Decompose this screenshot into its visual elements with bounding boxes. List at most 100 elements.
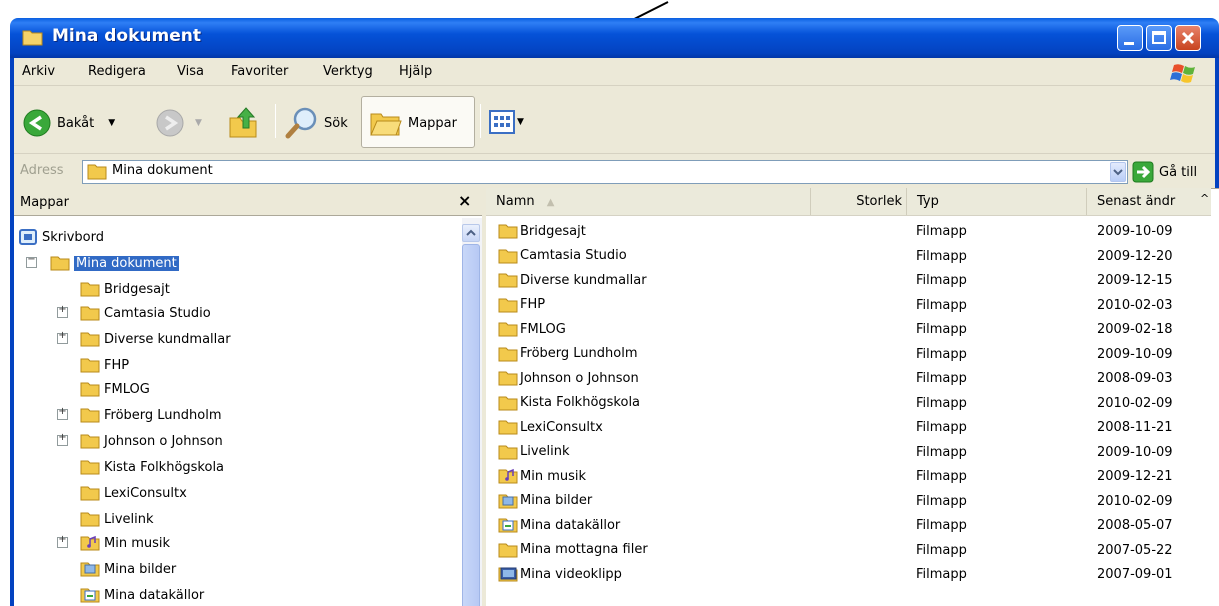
address-value: Mina dokument	[112, 163, 213, 178]
list-row[interactable]: Camtasia Studio Filmapp 2009-12-20	[486, 245, 1211, 269]
list-row[interactable]: Livelink Filmapp 2009-10-09	[486, 441, 1211, 465]
column-type[interactable]: Typ	[907, 188, 1087, 215]
list-row[interactable]: Mina datakällor Filmapp 2008-05-07	[486, 514, 1211, 538]
row-type: Filmapp	[916, 542, 967, 558]
list-row[interactable]: Diverse kundmallar Filmapp 2009-12-15	[486, 269, 1211, 293]
folders-button[interactable]: Mappar	[369, 108, 457, 138]
row-name: Fröberg Lundholm	[520, 346, 638, 361]
toolbar-separator	[480, 104, 481, 138]
close-pane-icon[interactable]: ×	[458, 191, 471, 210]
list-row[interactable]: Mina videoklipp Filmapp 2007-09-01	[486, 563, 1211, 587]
scroll-thumb[interactable]	[462, 244, 480, 606]
tree-item[interactable]: Min musik	[80, 532, 170, 554]
tree-item[interactable]: Kista Folkhögskola	[80, 456, 224, 478]
expand-icon[interactable]: +	[57, 432, 68, 446]
folder-icon	[80, 282, 100, 297]
folder-icon	[80, 358, 100, 373]
column-date[interactable]: Senast ändr	[1087, 188, 1211, 215]
tree-item[interactable]: Bridgesajt	[80, 278, 170, 300]
views-button[interactable]: ▼	[489, 110, 524, 134]
back-button[interactable]: Bakåt ▼	[22, 108, 115, 138]
expand-icon[interactable]: +	[57, 534, 68, 548]
list-row[interactable]: Bridgesajt Filmapp 2009-10-09	[486, 220, 1211, 244]
folder-icon	[50, 256, 70, 271]
list-scroll-up-icon[interactable]: ^	[1200, 192, 1209, 205]
search-label: Sök	[324, 115, 348, 131]
expand-icon[interactable]: +	[57, 304, 68, 318]
tree-item[interactable]: Skrivbord	[18, 226, 104, 248]
tree-item[interactable]: Mina dokument	[50, 252, 179, 274]
list-row[interactable]: Min musik Filmapp 2009-12-21	[486, 465, 1211, 489]
title-bar[interactable]: Mina dokument	[10, 18, 1219, 58]
tree-item[interactable]: FMLOG	[80, 378, 150, 400]
row-date: 2008-05-07	[1097, 518, 1173, 533]
row-type: Filmapp	[916, 395, 967, 411]
row-type: Filmapp	[916, 248, 967, 264]
menu-favoriter[interactable]: Favoriter	[231, 64, 288, 79]
tree-item[interactable]: LexiConsultx	[80, 482, 187, 504]
column-size[interactable]: Storlek	[811, 188, 907, 215]
expand-icon[interactable]: +	[57, 406, 68, 420]
list-row[interactable]: Kista Folkhögskola Filmapp 2010-02-09	[486, 392, 1211, 416]
row-date: 2009-12-20	[1097, 248, 1173, 264]
row-name: Camtasia Studio	[520, 248, 627, 263]
tree-item[interactable]: Diverse kundmallar	[80, 328, 231, 350]
tree-item[interactable]: Camtasia Studio	[80, 302, 211, 324]
scroll-up-button[interactable]	[462, 224, 480, 242]
forward-button[interactable]: ▼	[155, 108, 202, 138]
row-type: Filmapp	[916, 297, 967, 313]
list-row[interactable]: Fröberg Lundholm Filmapp 2009-10-09	[486, 343, 1211, 367]
tree-item-label: Mina bilder	[104, 561, 177, 577]
views-dropdown-icon[interactable]: ▼	[517, 117, 524, 127]
folder-icon	[80, 382, 100, 397]
forward-dropdown-icon[interactable]: ▼	[195, 118, 202, 128]
maximize-button[interactable]	[1146, 25, 1172, 51]
row-name: FHP	[520, 297, 546, 312]
folders-scrollbar[interactable]	[462, 218, 482, 606]
list-row[interactable]: Johnson o Johnson Filmapp 2008-09-03	[486, 367, 1211, 391]
go-button[interactable]: Gå till	[1132, 161, 1197, 183]
go-arrow-icon	[1132, 161, 1154, 183]
tree-item-label: FHP	[104, 357, 130, 373]
search-button[interactable]: Sök	[285, 106, 348, 140]
address-input[interactable]	[82, 160, 1128, 184]
row-date: 2008-09-03	[1097, 371, 1173, 386]
list-row[interactable]: LexiConsultx Filmapp 2008-11-21	[486, 416, 1211, 440]
tree-item[interactable]: Johnson o Johnson	[80, 430, 223, 452]
menu-visa[interactable]: Visa	[177, 64, 204, 79]
list-row[interactable]: FHP Filmapp 2010-02-03	[486, 294, 1211, 318]
expand-icon[interactable]: +	[57, 330, 68, 344]
list-row[interactable]: FMLOG Filmapp 2009-02-18	[486, 318, 1211, 342]
menu-arkiv[interactable]: Arkiv	[22, 64, 55, 79]
column-name-label: Namn	[496, 194, 535, 209]
tree-item[interactable]: Mina bilder	[80, 558, 176, 580]
folder-icon	[80, 306, 100, 321]
chevron-up-icon	[466, 229, 476, 236]
up-folder-button[interactable]	[228, 106, 260, 140]
music-folder-icon	[498, 468, 518, 484]
folder-icon	[87, 164, 107, 180]
back-dropdown-icon[interactable]: ▼	[108, 118, 115, 128]
tree-item[interactable]: Livelink	[80, 508, 154, 530]
row-name: Mina mottagna filer	[520, 542, 648, 557]
folder-icon	[498, 347, 518, 361]
list-row[interactable]: Mina mottagna filer Filmapp 2007-05-22	[486, 539, 1211, 563]
menu-redigera[interactable]: Redigera	[88, 64, 146, 79]
tree-item[interactable]: Mina datakällor	[80, 584, 204, 606]
tree-item[interactable]: Fröberg Lundholm	[80, 404, 222, 426]
back-label: Bakåt	[57, 115, 95, 131]
collapse-icon[interactable]: −	[26, 254, 37, 268]
menu-hjalp[interactable]: Hjälp	[399, 64, 432, 79]
minimize-button[interactable]	[1117, 25, 1143, 51]
folder-app-icon	[22, 30, 43, 46]
forward-arrow-icon	[156, 109, 184, 137]
tree-item[interactable]: FHP	[80, 354, 129, 376]
address-dropdown-button[interactable]	[1110, 162, 1126, 182]
close-button[interactable]	[1175, 25, 1201, 51]
folders-icon	[370, 113, 402, 136]
menu-verktyg[interactable]: Verktyg	[323, 64, 373, 79]
list-row[interactable]: Mina bilder Filmapp 2010-02-09	[486, 490, 1211, 514]
column-name[interactable]: Namn ▲	[486, 188, 811, 215]
folder-icon	[498, 224, 518, 239]
row-name: Min musik	[520, 468, 587, 484]
